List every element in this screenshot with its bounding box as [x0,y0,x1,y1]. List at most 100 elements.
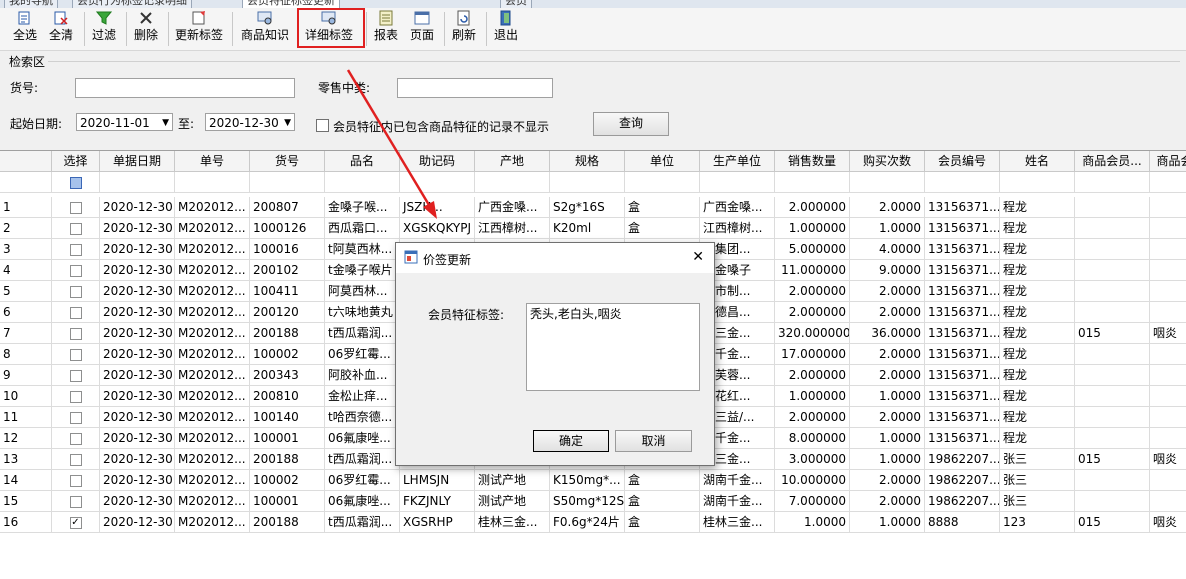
hide-contained-checkbox[interactable] [316,119,329,132]
cancel-button[interactable]: 取消 [615,430,692,452]
exit-button[interactable]: 退出 [490,10,522,48]
filter-cell-purchase-count[interactable] [850,172,925,193]
filter-cell-select[interactable] [52,172,100,193]
row-select-checkbox[interactable] [69,201,82,214]
retail-class-input[interactable] [397,78,553,98]
select-all-checkbox[interactable] [69,176,82,189]
filter-cell-product-name[interactable] [325,172,400,193]
column-header-item-no[interactable]: 货号 [250,151,325,172]
cell-member-no: 13156371... [925,323,1000,344]
cell-select[interactable] [52,428,100,449]
cell-select[interactable] [52,281,100,302]
column-header-product-member-tag[interactable]: 商品会员... [1075,151,1150,172]
clear-all-button[interactable]: 全清 [44,10,78,48]
select-all-button[interactable]: 全选 [8,10,42,48]
filter-cell-product-member-tag[interactable] [1075,172,1150,193]
column-header-sales-qty[interactable]: 销售数量 [775,151,850,172]
cell-sales-qty: 7.000000 [775,491,850,512]
filter-cell-member-no[interactable] [925,172,1000,193]
row-select-checkbox[interactable] [69,474,82,487]
row-select-checkbox[interactable] [69,432,82,445]
cell-select[interactable] [52,197,100,218]
filter-cell-row-number[interactable] [0,172,52,193]
cell-select[interactable] [52,365,100,386]
filter-cell-doc-no[interactable] [175,172,250,193]
filter-button[interactable]: 过滤 [88,10,120,48]
start-date-picker[interactable]: 2020-11-01 ▼ [76,113,173,131]
cell-doc-date: 2020-12-30 [100,197,175,218]
filter-cell-origin[interactable] [475,172,550,193]
document-tab-strip: 我的导航 会员行为标签记录明细 会员特征标签更新 会员 [0,0,1186,8]
end-date-picker[interactable]: 2020-12-30 ▼ [205,113,295,131]
column-header-manufacturer[interactable]: 生产单位 [700,151,775,172]
row-select-checkbox[interactable] [69,495,82,508]
column-header-doc-no[interactable]: 单号 [175,151,250,172]
tab-member[interactable]: 会员 [500,0,532,8]
cell-select[interactable] [52,302,100,323]
cell-select[interactable] [52,449,100,470]
report-button[interactable]: 报表 [370,10,402,48]
item-no-input[interactable] [75,78,295,98]
query-button[interactable]: 查询 [593,112,669,136]
column-header-purchase-count[interactable]: 购买次数 [850,151,925,172]
member-feature-tag-field[interactable]: 秃头,老白头,咽炎 [526,303,700,391]
row-select-checkbox[interactable] [69,411,82,424]
cell-item-no: 200343 [250,365,325,386]
row-select-checkbox[interactable]: ✓ [69,516,82,529]
filter-cell-doc-date[interactable] [100,172,175,193]
tab-my-navigation[interactable]: 我的导航 [4,0,58,8]
filter-cell-product-tag[interactable] [1150,172,1186,193]
filter-cell-mnemonic[interactable] [400,172,475,193]
column-header-doc-date[interactable]: 单据日期 [100,151,175,172]
filter-cell-spec[interactable] [550,172,625,193]
delete-button[interactable]: 删除 [130,10,162,48]
cell-select[interactable] [52,239,100,260]
column-header-spec[interactable]: 规格 [550,151,625,172]
cell-select[interactable] [52,218,100,239]
column-header-origin[interactable]: 产地 [475,151,550,172]
row-select-checkbox[interactable] [69,453,82,466]
cell-select[interactable] [52,470,100,491]
cell-select[interactable] [52,260,100,281]
cell-product-tag [1150,365,1186,386]
close-icon[interactable]: ✕ [692,249,704,265]
cell-item-no: 200810 [250,386,325,407]
filter-cell-manufacturer[interactable] [700,172,775,193]
tab-member-behavior-tags[interactable]: 会员行为标签记录明细 [72,0,192,8]
row-select-checkbox[interactable] [69,222,82,235]
cell-select[interactable]: ✓ [52,512,100,533]
row-select-checkbox[interactable] [69,390,82,403]
row-select-checkbox[interactable] [69,369,82,382]
cell-select[interactable] [52,323,100,344]
cell-doc-no: M202012... [175,491,250,512]
ok-button[interactable]: 确定 [533,430,609,452]
cell-doc-date: 2020-12-30 [100,449,175,470]
filter-cell-unit[interactable] [625,172,700,193]
column-header-mnemonic[interactable]: 助记码 [400,151,475,172]
row-select-checkbox[interactable] [69,285,82,298]
cell-select[interactable] [52,407,100,428]
filter-cell-sales-qty[interactable] [775,172,850,193]
filter-cell-member-name[interactable] [1000,172,1075,193]
tab-member-feature-tag-update[interactable]: 会员特征标签更新 [242,0,340,8]
row-select-checkbox[interactable] [69,243,82,256]
cell-select[interactable] [52,344,100,365]
row-select-checkbox[interactable] [69,264,82,277]
column-header-select[interactable]: 选择 [52,151,100,172]
column-header-member-name[interactable]: 姓名 [1000,151,1075,172]
cell-select[interactable] [52,491,100,512]
page-button[interactable]: 页面 [406,10,438,48]
cell-select[interactable] [52,386,100,407]
row-select-checkbox[interactable] [69,306,82,319]
update-tag-button[interactable]: 更新标签 [172,10,226,48]
column-header-member-no[interactable]: 会员编号 [925,151,1000,172]
product-knowledge-button[interactable]: 商品知识 [238,10,292,48]
row-select-checkbox[interactable] [69,327,82,340]
column-header-product-name[interactable]: 品名 [325,151,400,172]
column-header-row-number[interactable] [0,151,52,172]
column-header-unit[interactable]: 单位 [625,151,700,172]
row-select-checkbox[interactable] [69,348,82,361]
refresh-button[interactable]: 刷新 [448,10,480,48]
filter-cell-item-no[interactable] [250,172,325,193]
column-header-product-tag[interactable]: 商品会 [1150,151,1186,172]
